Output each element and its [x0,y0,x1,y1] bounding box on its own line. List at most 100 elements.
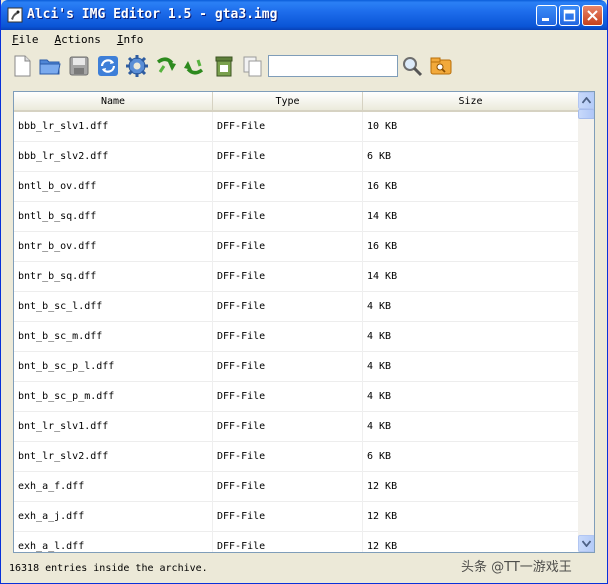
cell-name: exh_a_l.dff [14,532,213,552]
cell-name: bnt_lr_slv1.dff [14,412,213,442]
table-row[interactable]: exh_a_f.dff DFF-File 12 KB [14,472,578,502]
list-rows: bbb_lr_slv1.dff DFF-File 10 KB bbb_lr_slv2… [14,112,578,552]
table-row[interactable]: bnt_lr_slv2.dff DFF-File 6 KB [14,442,578,472]
cell-size: 6 KB [367,151,392,162]
menu-actions[interactable]: Actions [47,30,109,49]
table-row[interactable]: bntl_b_sq.dff DFF-File 14 KB [14,202,578,232]
cell-size: 14 KB [367,211,398,222]
cell-name: bnt_b_sc_m.dff [14,322,213,352]
settings-button[interactable] [125,54,149,78]
scroll-down-button[interactable] [578,535,594,552]
close-button[interactable] [582,5,603,26]
new-file-icon [14,55,31,77]
open-button[interactable] [38,54,62,78]
copy-button[interactable] [241,54,265,78]
chevron-up-icon [582,97,591,104]
open-folder-icon [39,59,61,75]
cell-size: 4 KB [367,421,392,432]
menu-bar: File Actions Info [4,30,604,49]
cell-size: 6 KB [367,451,392,462]
refresh-button[interactable] [96,54,120,78]
cell-name: bnt_lr_slv2.dff [14,442,213,472]
refresh-icon [98,56,118,76]
table-row[interactable]: bnt_b_sc_p_m.dff DFF-File 4 KB [14,382,578,412]
close-icon [587,10,598,21]
cell-type: DFF-File [213,232,363,262]
search-input[interactable] [268,55,398,77]
table-row[interactable]: bnt_lr_slv1.dff DFF-File 4 KB [14,412,578,442]
cell-type: DFF-File [213,292,363,322]
column-header-size[interactable]: Size [363,92,578,112]
cell-size: 14 KB [367,271,398,282]
cell-type: DFF-File [213,352,363,382]
cell-name: bntl_b_sq.dff [14,202,213,232]
table-row[interactable]: bnt_b_sc_l.dff DFF-File 4 KB [14,292,578,322]
table-row[interactable]: bnt_b_sc_m.dff DFF-File 4 KB [14,322,578,352]
cell-type: DFF-File [213,202,363,232]
table-row[interactable]: exh_a_l.dff DFF-File 12 KB [14,532,578,552]
cell-name: bntl_b_ov.dff [14,172,213,202]
menu-file-label: File [12,33,39,46]
minimize-button[interactable] [536,5,557,26]
title-bar[interactable]: Alci's IMG Editor 1.5 - gta3.img [1,0,607,30]
menu-file[interactable]: File [4,30,47,49]
cell-name: bnt_b_sc_l.dff [14,292,213,322]
cell-name: bnt_b_sc_p_m.dff [14,382,213,412]
delete-button[interactable] [212,54,236,78]
table-row[interactable]: bnt_b_sc_p_l.dff DFF-File 4 KB [14,352,578,382]
cell-type: DFF-File [213,322,363,352]
app-window: Alci's IMG Editor 1.5 - gta3.img File Ac… [0,0,608,584]
table-row[interactable]: bbb_lr_slv1.dff DFF-File 10 KB [14,112,578,142]
table-row[interactable]: bntr_b_ov.dff DFF-File 16 KB [14,232,578,262]
export-arrow-icon [184,59,204,75]
cell-size: 12 KB [367,481,398,492]
import-button[interactable] [154,54,178,78]
export-button[interactable] [182,54,206,78]
maximize-icon [563,9,576,22]
scroll-up-button[interactable] [578,92,594,109]
cell-size: 4 KB [367,361,392,372]
cell-name: bnt_b_sc_p_l.dff [14,352,213,382]
cell-size: 12 KB [367,541,398,552]
menu-actions-label: Actions [54,33,101,46]
vertical-scrollbar[interactable] [578,92,594,552]
app-icon [7,7,23,23]
minimize-icon [542,18,549,21]
cell-type: DFF-File [213,262,363,292]
cell-size: 16 KB [367,181,398,192]
search-button[interactable] [400,54,424,78]
cell-type: DFF-File [213,382,363,412]
cell-type: DFF-File [213,442,363,472]
save-button[interactable] [67,54,91,78]
copy-icon [243,56,262,77]
list-header: Name Type Size [14,92,578,112]
table-row[interactable]: bbb_lr_slv2.dff DFF-File 6 KB [14,142,578,172]
file-list[interactable]: Name Type Size bbb_lr_slv1.dff DFF-File 10… [13,91,595,553]
cell-type: DFF-File [213,412,363,442]
cell-size: 12 KB [367,511,398,522]
cell-type: DFF-File [213,532,363,552]
table-row[interactable]: bntl_b_ov.dff DFF-File 16 KB [14,172,578,202]
chevron-down-icon [582,540,591,547]
cell-size: 4 KB [367,301,392,312]
table-row[interactable]: exh_a_j.dff DFF-File 12 KB [14,502,578,532]
cell-name: bntr_b_sq.dff [14,262,213,292]
open-archive-button[interactable] [429,54,453,78]
import-arrow-icon [156,57,176,73]
table-row[interactable]: bntr_b_sq.dff DFF-File 14 KB [14,262,578,292]
column-header-name[interactable]: Name [14,92,213,112]
column-header-type[interactable]: Type [213,92,363,112]
cell-type: DFF-File [213,172,363,202]
new-button[interactable] [10,54,34,78]
open-archive-icon [430,57,452,75]
menu-info[interactable]: Info [109,30,152,49]
save-icon [69,56,89,76]
cell-size: 16 KB [367,241,398,252]
maximize-button[interactable] [559,5,580,26]
window-title: Alci's IMG Editor 1.5 - gta3.img [27,7,278,22]
cell-name: exh_a_f.dff [14,472,213,502]
scroll-thumb[interactable] [578,109,594,119]
cell-type: DFF-File [213,472,363,502]
search-icon [403,57,423,77]
cell-size: 4 KB [367,331,392,342]
